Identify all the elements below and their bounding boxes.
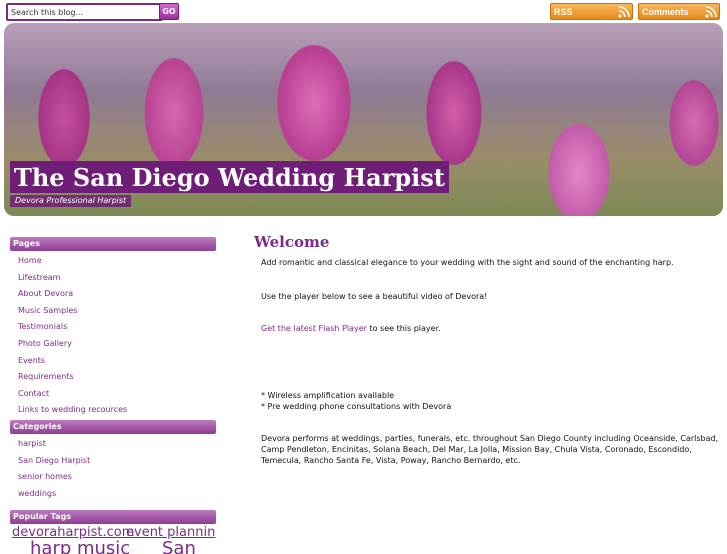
comments-feed-button[interactable]: Comments: [638, 3, 720, 20]
blog-description: Devora Professional Harpist: [10, 195, 132, 207]
popular-tags-heading: Popular Tags: [10, 510, 216, 525]
flash-suffix: to see this player.: [366, 324, 441, 333]
category-harpist[interactable]: harpist: [18, 439, 46, 448]
player-text: Use the player below to see a beautiful …: [261, 292, 488, 301]
sidebar-item-testimonials[interactable]: Testimonials: [18, 322, 67, 331]
sidebar-item-music-samples[interactable]: Music Samples: [18, 306, 77, 315]
list-item: senior homes: [18, 470, 216, 487]
sidebar-item-lifestream[interactable]: Lifestream: [18, 273, 60, 282]
rss-label: RSS: [554, 7, 573, 17]
sidebar-item-requirements[interactable]: Requirements: [18, 372, 74, 381]
tag-link[interactable]: harp music: [30, 538, 130, 554]
pages-heading: Pages: [10, 237, 216, 251]
list-item: Links to wedding recources: [18, 403, 216, 420]
list-item: Photo Gallery: [18, 337, 216, 354]
pages-list: Home Lifestream About Devora Music Sampl…: [10, 251, 216, 420]
sidebar-item-photo-gallery[interactable]: Photo Gallery: [18, 339, 72, 348]
list-item: weddings: [18, 487, 216, 504]
list-item: Events: [18, 354, 216, 371]
category-weddings[interactable]: weddings: [18, 489, 56, 498]
blog-title[interactable]: The San Diego Wedding Harpist: [10, 161, 449, 193]
category-san-diego-harpist[interactable]: San Diego Harpist: [18, 456, 90, 465]
sidebar-item-links[interactable]: Links to wedding recources: [18, 405, 127, 414]
rss-button[interactable]: RSS: [550, 3, 633, 20]
list-item: Music Samples: [18, 304, 216, 321]
tag-link[interactable]: San: [162, 538, 196, 554]
list-item: Lifestream: [18, 271, 216, 288]
list-item: harpist: [18, 437, 216, 454]
list-item: About Devora: [18, 287, 216, 304]
intro-text: Add romantic and classical elegance to y…: [261, 258, 674, 267]
list-item: Contact: [18, 387, 216, 404]
list-item: Home: [18, 254, 216, 271]
flash-notice: Get the latest Flash Player to see this …: [261, 323, 441, 335]
feature-bullet: * Pre wedding phone consultations with D…: [261, 402, 452, 411]
header-banner: The San Diego Wedding Harpist Devora Pro…: [4, 23, 723, 216]
sidebar-item-contact[interactable]: Contact: [18, 389, 49, 398]
tag-cloud: devoraharpist.com event planning harp mu…: [10, 524, 216, 554]
rss-icon: [705, 6, 717, 18]
categories-list: harpist San Diego Harpist senior homes w…: [10, 434, 216, 503]
search-input[interactable]: [6, 3, 163, 21]
list-item: Testimonials: [18, 320, 216, 337]
comments-label: Comments: [642, 7, 689, 17]
rss-icon: [618, 6, 630, 18]
list-item: San Diego Harpist: [18, 454, 216, 471]
categories-heading: Categories: [10, 419, 216, 434]
go-button[interactable]: GO: [159, 3, 179, 20]
page-title: Welcome: [254, 233, 330, 251]
category-senior-homes[interactable]: senior homes: [18, 472, 72, 481]
sidebar: Pages Home Lifestream About Devora Music…: [10, 237, 216, 554]
main-content: Welcome Add romantic and classical elega…: [254, 233, 718, 465]
sidebar-item-about[interactable]: About Devora: [18, 289, 73, 298]
performance-text: Temecula, Rancho Santa Fe, Vista, Poway,…: [261, 456, 521, 465]
list-item: Requirements: [18, 370, 216, 387]
sidebar-item-home[interactable]: Home: [18, 256, 42, 265]
flash-player-link[interactable]: Get the latest Flash Player: [261, 324, 367, 333]
sidebar-item-events[interactable]: Events: [18, 356, 45, 365]
